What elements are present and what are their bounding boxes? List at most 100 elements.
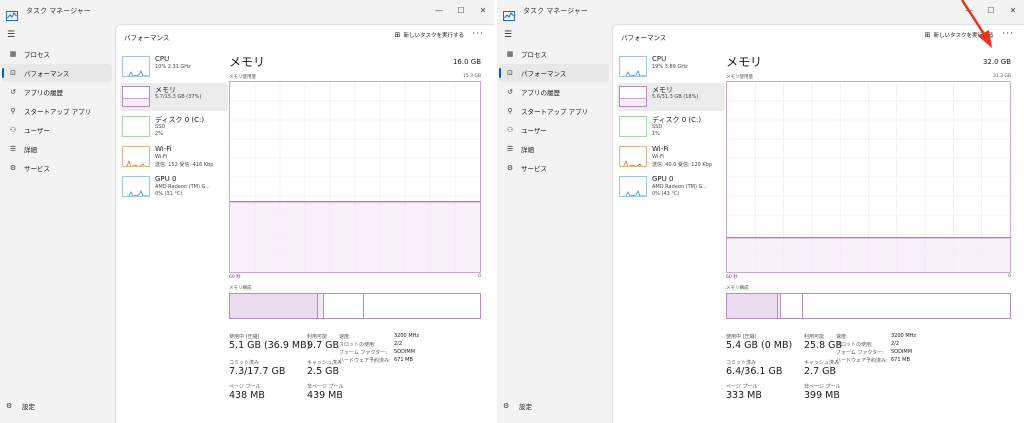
composition-label: メモリ構成: [229, 286, 252, 291]
memory-title: メモリ: [726, 55, 763, 69]
spec-key: フォーム ファクター:: [339, 350, 387, 356]
usage-area: [727, 237, 1010, 272]
nav-sidebar: ☰ ▦ プロセス ⊡ パフォーマンス ↺ アプリの履歴 ⚲ スタートアップ アプリ ⚇ ユーザー ☰ 詳…: [497, 24, 611, 423]
spec-key: スロットの使用:: [339, 342, 376, 348]
minimize-button[interactable]: —: [428, 0, 450, 20]
stat-value: 438 MB: [229, 390, 265, 401]
startup-icon: ⚲: [507, 107, 513, 115]
memory-detail: メモリ 32.0 GB メモリ使用量 31.3 GB 60 秒 0 メモリ構成 使用中 (圧縮…: [726, 53, 1011, 423]
device-item[interactable]: ディスク 0 (C:) SSD 2%: [120, 113, 228, 141]
nav-item[interactable]: ⊡ パフォーマンス: [2, 64, 112, 82]
device-thumbnail: [122, 176, 150, 197]
memory-total: 32.0 GB: [982, 58, 1011, 66]
gear-icon: ⚙: [503, 402, 510, 410]
nav-item-label: 詳細: [24, 146, 37, 154]
hamburger-menu-icon[interactable]: ☰: [504, 30, 512, 40]
device-name: Wi-Fi: [155, 145, 172, 153]
device-detail: AMD Radeon (TM) G...: [652, 184, 708, 190]
device-item[interactable]: Wi-Fi Wi-Fi 送信: 152 受信: 416 Kbp: [120, 143, 228, 171]
maximize-button[interactable]: ☐: [450, 0, 472, 20]
nav-item[interactable]: ☰ 詳細: [499, 140, 609, 158]
nav-item[interactable]: ⚲ スタートアップ アプリ: [499, 102, 609, 120]
nav-item[interactable]: ▦ プロセス: [499, 45, 609, 63]
stat-label: 非ページ プール: [307, 384, 344, 390]
device-detail: AMD Radeon (TM) G...: [155, 184, 211, 190]
task-manager-app-icon: [6, 6, 18, 21]
settings-button[interactable]: ⚙ 設定: [503, 401, 532, 411]
settings-button[interactable]: ⚙ 設定: [6, 401, 35, 411]
stat-label: ページ プール: [726, 384, 758, 390]
device-thumbnail: [619, 56, 647, 77]
device-detail: 19% 3.89 GHz: [652, 64, 688, 70]
task-manager-window-left: タスク マネージャー — ☐ ✕ ☰ ▦ プロセス ⊡ パフォーマンス ↺ アプリの履歴 ⚲ スタートア…: [0, 0, 494, 423]
spec-key: 速度:: [339, 334, 351, 340]
device-thumbnail: [122, 56, 150, 77]
nav-item-label: サービス: [521, 165, 547, 173]
close-button[interactable]: ✕: [1002, 0, 1024, 20]
nav-item[interactable]: ☰ 詳細: [2, 140, 112, 158]
run-new-task-button[interactable]: ⊞ 新しいタスクを実行する: [395, 31, 464, 39]
stat-value: 439 MB: [307, 390, 343, 401]
services-icon: ⚙: [506, 164, 514, 172]
active-indicator: [2, 68, 4, 78]
nav-item[interactable]: ↺ アプリの履歴: [499, 83, 609, 101]
run-task-label: 新しいタスクを実行する: [933, 33, 994, 39]
device-detail: Wi-Fi: [155, 154, 167, 160]
device-thumbnail: [122, 116, 150, 137]
device-detail: 送信: 40.0 受信: 120 Kbp: [652, 161, 713, 168]
device-item[interactable]: CPU 10% 2.31 GHz: [120, 53, 228, 81]
minimize-button[interactable]: —: [958, 0, 980, 20]
device-item[interactable]: CPU 19% 3.89 GHz: [617, 53, 725, 81]
close-button[interactable]: ✕: [472, 0, 494, 20]
usage-graph-svg: [727, 82, 1010, 272]
device-detail: SSD: [652, 124, 663, 130]
nav-item-label: ユーザー: [521, 127, 547, 135]
device-item[interactable]: GPU 0 AMD Radeon (TM) G... 0% (43 °C): [617, 173, 725, 201]
nav-item[interactable]: ⚇ ユーザー: [499, 121, 609, 139]
nav-item[interactable]: ⚙ サービス: [2, 159, 112, 177]
nav-item[interactable]: ▦ プロセス: [2, 45, 112, 63]
settings-label: 設定: [22, 403, 35, 411]
nav-item[interactable]: ⚙ サービス: [499, 159, 609, 177]
window-controls: — ☐ ✕: [428, 0, 494, 20]
device-detail: 送信: 152 受信: 416 Kbp: [155, 161, 214, 168]
more-options-button[interactable]: ···: [1002, 29, 1014, 39]
device-name: CPU: [155, 55, 170, 63]
device-thumbnail: [619, 146, 647, 167]
stat-label: 利用可能: [307, 334, 328, 340]
nav-item[interactable]: ⚲ スタートアップ アプリ: [2, 102, 112, 120]
nav-item-label: パフォーマンス: [24, 70, 70, 78]
spec-value: 671 MB: [394, 357, 413, 363]
stat-label: コミット済み: [726, 360, 757, 366]
device-name: GPU 0: [652, 175, 674, 183]
run-task-label: 新しいタスクを実行する: [403, 33, 464, 39]
memory-usage-graph: [229, 81, 481, 273]
history-icon: ↺: [10, 88, 16, 96]
stat-label: 利用可能: [804, 334, 825, 340]
users-icon: ⚇: [506, 126, 514, 134]
spec-key: フォーム ファクター:: [836, 350, 884, 356]
device-detail: Wi-Fi: [652, 154, 664, 160]
device-thumbnail: [122, 86, 150, 107]
stat-label: 使用中 (圧縮): [229, 334, 260, 340]
page-title: パフォーマンス: [124, 34, 170, 42]
maximize-button[interactable]: ☐: [980, 0, 1002, 20]
spec-value: 3200 MHz: [394, 333, 420, 339]
device-item[interactable]: ディスク 0 (C:) SSD 1%: [617, 113, 725, 141]
graph-time-label: 60 秒: [229, 275, 241, 280]
memory-title: メモリ: [229, 55, 266, 69]
device-item[interactable]: メモリ 5.6/31.3 GB (18%): [617, 83, 725, 111]
hamburger-menu-icon[interactable]: ☰: [7, 30, 15, 40]
nav-item-label: アプリの履歴: [521, 89, 560, 97]
stat-label: キャッシュ済み: [804, 360, 840, 366]
more-options-button[interactable]: ···: [472, 29, 484, 39]
device-item[interactable]: GPU 0 AMD Radeon (TM) G... 0% (31 °C): [120, 173, 228, 201]
title-bar: タスク マネージャー — ☐ ✕: [497, 0, 1024, 22]
device-item[interactable]: Wi-Fi Wi-Fi 送信: 40.0 受信: 120 Kbp: [617, 143, 725, 171]
nav-item[interactable]: ↺ アプリの履歴: [2, 83, 112, 101]
nav-item[interactable]: ⊡ パフォーマンス: [499, 64, 609, 82]
run-new-task-button[interactable]: ⊞ 新しいタスクを実行する: [925, 31, 994, 39]
device-item[interactable]: メモリ 5.7/15.3 GB (37%): [120, 83, 228, 111]
nav-item-label: 詳細: [521, 146, 534, 154]
nav-item[interactable]: ⚇ ユーザー: [2, 121, 112, 139]
